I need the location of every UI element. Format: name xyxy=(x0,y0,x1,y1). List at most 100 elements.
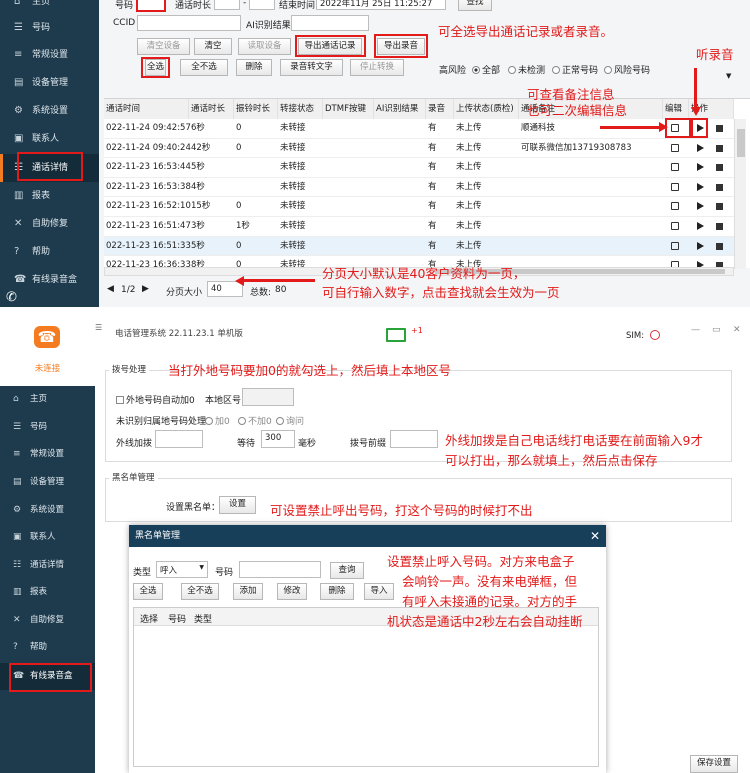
option-no-zero[interactable]: 不加0 xyxy=(238,414,272,427)
risk-option-normal[interactable]: 正常号码 xyxy=(552,63,598,76)
sidebar-item-devices[interactable]: ▤ 设备管理 xyxy=(0,69,99,97)
play-icon[interactable] xyxy=(697,163,704,172)
clear-device-button[interactable]: 清空设备 xyxy=(137,38,190,55)
select-none-button[interactable]: 全不选 xyxy=(180,59,228,76)
wait-input[interactable]: 300 xyxy=(261,430,295,448)
stop-icon[interactable] xyxy=(716,125,723,132)
stop-icon[interactable] xyxy=(716,223,723,230)
risk-option-all[interactable]: 全部 xyxy=(472,63,500,76)
query-button[interactable]: 查找 xyxy=(458,0,492,11)
play-icon[interactable] xyxy=(697,143,704,152)
option-ask[interactable]: 询问 xyxy=(276,414,304,427)
sidebar-item-repair[interactable]: ✕ 自助修复 xyxy=(0,210,99,238)
read-device-button[interactable]: 读取设备 xyxy=(238,38,291,55)
select-all-button[interactable]: 全选 xyxy=(145,59,166,76)
message-icon[interactable] xyxy=(386,328,406,342)
select-none-button[interactable]: 全不选 xyxy=(181,583,219,600)
sidebar-item-help[interactable]: ? 帮助 xyxy=(0,238,99,266)
sidebar-item-numbers[interactable]: ☰ 号码 xyxy=(0,414,95,441)
sidebar-item-home[interactable]: ⌂ 主页 xyxy=(0,386,95,413)
col-header[interactable]: 转接状态 xyxy=(278,99,323,119)
line-prefix-input[interactable] xyxy=(155,430,203,448)
risk-option-unchecked[interactable]: 未检测 xyxy=(508,63,545,76)
col-header[interactable]: 录音 xyxy=(426,99,454,119)
sidebar-item-system[interactable]: ⚙ 系统设置 xyxy=(0,97,99,125)
play-icon[interactable] xyxy=(697,182,704,191)
edit-icon[interactable] xyxy=(671,163,679,172)
delete-button[interactable]: 删除 xyxy=(320,583,354,600)
option-add-zero[interactable]: 加0 xyxy=(205,414,230,427)
sidebar-item-call-details[interactable]: ☷ 通话详情 xyxy=(0,154,99,182)
col-header[interactable]: 编辑 xyxy=(663,99,689,119)
sidebar-item-general[interactable]: ≡ 常规设置 xyxy=(0,441,95,468)
stop-icon[interactable] xyxy=(716,242,723,250)
close-icon[interactable]: ✕ xyxy=(733,325,741,335)
sidebar-item-help[interactable]: ? 帮助 xyxy=(0,634,95,661)
edit-icon[interactable] xyxy=(671,182,679,191)
col-header[interactable]: 通话时长 xyxy=(189,99,234,119)
table-row[interactable]: 022-11-23 16:53:38 4秒 未转接 有 未上传 xyxy=(104,178,734,198)
scrollbar[interactable] xyxy=(734,119,746,269)
stop-icon[interactable] xyxy=(716,183,723,191)
edit-icon[interactable] xyxy=(671,124,679,132)
import-button[interactable]: 导入 xyxy=(364,583,394,600)
sidebar-item-recorder[interactable]: ☎ 有线录音盒 xyxy=(0,663,95,690)
risk-option-risky[interactable]: 风险号码 xyxy=(604,63,650,76)
ai-result-input[interactable] xyxy=(291,15,369,31)
prev-page-icon[interactable]: ◀ xyxy=(107,284,114,294)
next-page-icon[interactable]: ▶ xyxy=(142,284,149,294)
save-settings-button[interactable]: 保存设置 xyxy=(690,755,738,773)
table-row[interactable]: 022-11-24 09:40:24 42秒 0 未转接 有 未上传 可联系微信加13719… xyxy=(104,139,734,159)
minimize-icon[interactable]: — xyxy=(691,325,700,335)
col-header[interactable]: 通话时间 xyxy=(104,99,189,119)
play-icon[interactable] xyxy=(697,124,704,132)
table-row[interactable]: 022-11-23 16:52:10 15秒 0 未转接 有 未上传 xyxy=(104,197,734,217)
clear-button[interactable]: 清空 xyxy=(194,38,232,55)
scrollbar-thumb[interactable] xyxy=(737,129,745,157)
play-icon[interactable] xyxy=(697,222,704,230)
menu-icon[interactable]: ☰ xyxy=(95,323,102,332)
recording-to-text-button[interactable]: 录音转文字 xyxy=(280,59,343,76)
blacklist-setting-button[interactable]: 设置 xyxy=(219,496,256,514)
stop-icon[interactable] xyxy=(716,144,723,152)
auto-zero-checkbox[interactable]: 外地号码自动加0 xyxy=(116,393,195,406)
col-header[interactable]: 选择 xyxy=(140,612,158,625)
query-button[interactable]: 查询 xyxy=(330,562,364,579)
duration-min-input[interactable] xyxy=(214,0,240,10)
edit-icon[interactable] xyxy=(671,241,679,250)
edit-icon[interactable] xyxy=(671,143,679,152)
col-header[interactable]: AI识别结果 xyxy=(374,99,426,119)
stop-convert-button[interactable]: 停止转换 xyxy=(350,59,404,76)
stop-icon[interactable] xyxy=(716,164,723,172)
end-time-picker[interactable]: 2022年11月 25日 11:25:27 xyxy=(316,0,446,10)
sidebar-item-devices[interactable]: ▤ 设备管理 xyxy=(0,469,95,496)
add-button[interactable]: 添加 xyxy=(233,583,263,600)
edit-icon[interactable] xyxy=(671,222,679,230)
sidebar-item-contacts[interactable]: ▣ 联系人 xyxy=(0,524,95,551)
sidebar-item-numbers[interactable]: ☰ 号码 xyxy=(0,14,99,42)
stop-icon[interactable] xyxy=(716,203,723,211)
sidebar-item-general[interactable]: ≡ 常规设置 xyxy=(0,41,99,69)
table-row[interactable]: 022-11-23 16:51:47 3秒 1秒 未转接 有 未上传 xyxy=(104,217,734,237)
number-input[interactable] xyxy=(137,0,165,11)
play-icon[interactable] xyxy=(697,202,704,211)
table-row[interactable]: 022-11-23 16:53:44 5秒 未转接 有 未上传 xyxy=(104,158,734,178)
export-calls-button[interactable]: 导出通话记录 xyxy=(298,38,362,55)
sidebar-item-reports[interactable]: ▥ 报表 xyxy=(0,182,99,210)
col-header[interactable]: 号码 xyxy=(168,612,186,625)
col-header[interactable]: 类型 xyxy=(194,612,212,625)
col-header[interactable]: 上传状态(质检) xyxy=(454,99,519,119)
duration-max-input[interactable] xyxy=(249,0,275,10)
sidebar-item-contacts[interactable]: ▣ 联系人 xyxy=(0,125,99,153)
col-header[interactable]: 振铃时长 xyxy=(234,99,278,119)
sidebar-item-system[interactable]: ⚙ 系统设置 xyxy=(0,497,95,524)
chevron-down-icon[interactable]: ▼ xyxy=(726,72,731,80)
delete-button[interactable]: 删除 xyxy=(236,59,272,76)
maximize-icon[interactable]: ▭ xyxy=(712,325,721,335)
type-select[interactable]: 呼入 ▼ xyxy=(156,561,208,578)
table-row[interactable]: 022-11-23 16:51:33 5秒 0 未转接 有 未上传 xyxy=(104,236,734,257)
export-recordings-button[interactable]: 导出录音 xyxy=(377,38,425,55)
play-icon[interactable] xyxy=(697,241,704,250)
col-header[interactable]: DTMF按键 xyxy=(323,99,374,119)
select-all-button[interactable]: 全选 xyxy=(133,583,163,600)
